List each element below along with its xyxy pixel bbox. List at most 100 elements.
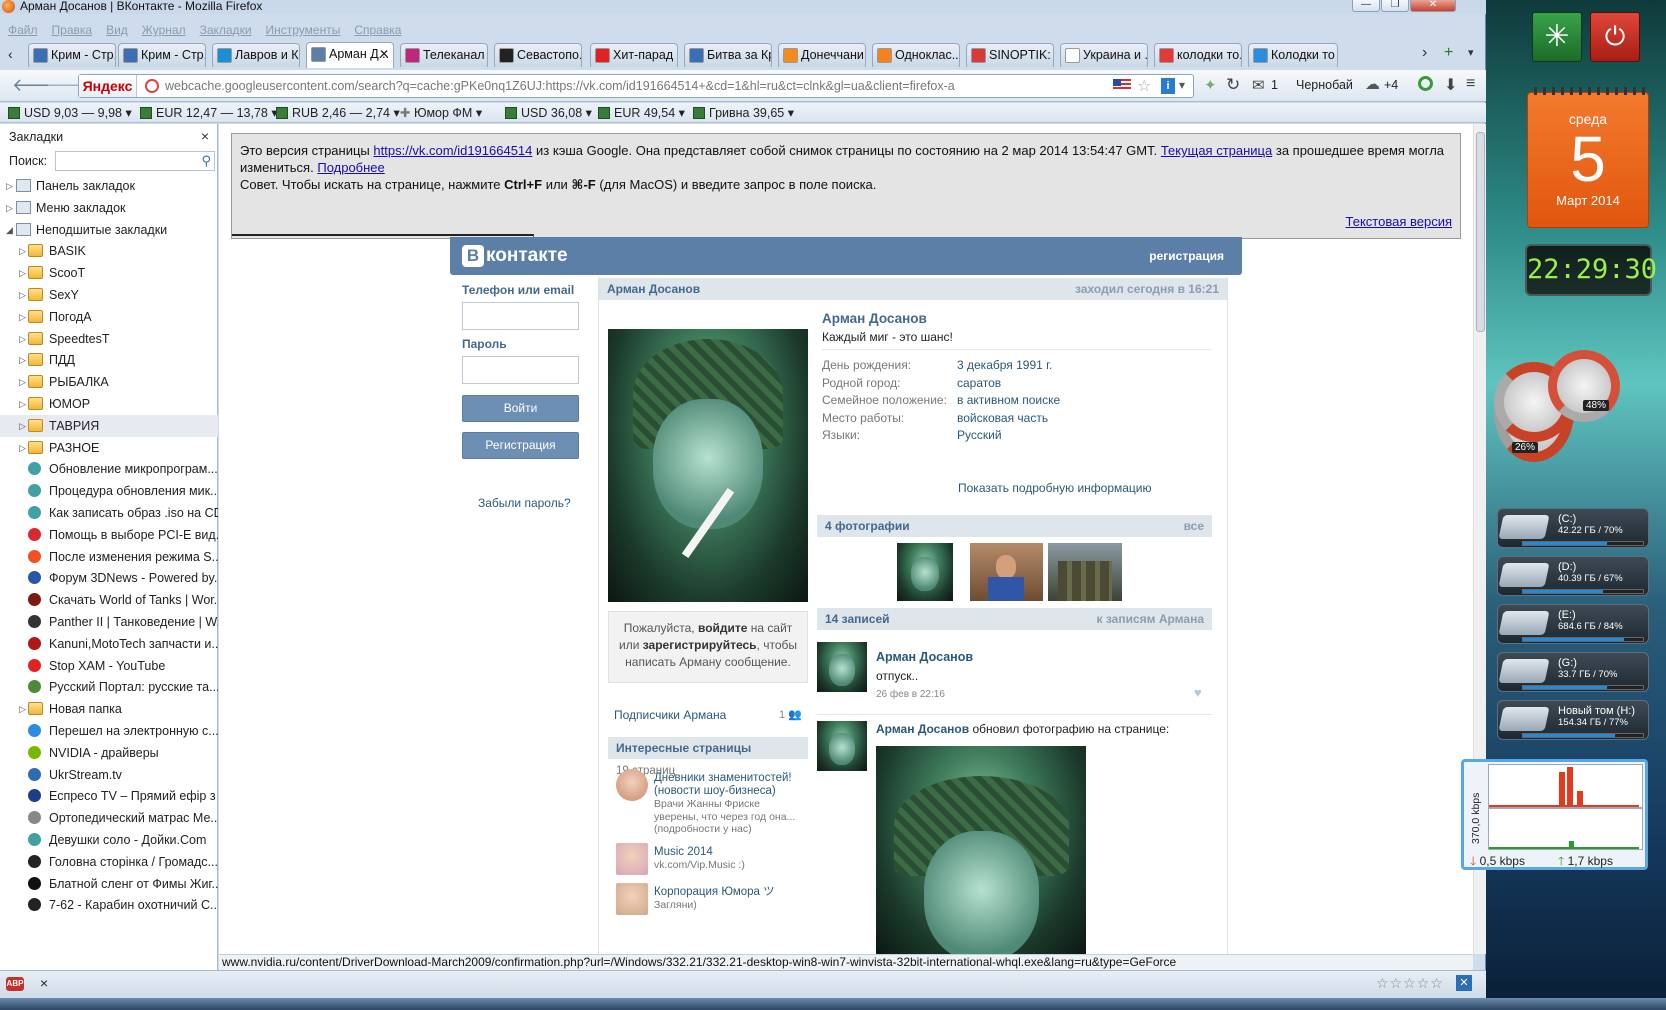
drive-item[interactable]: (D:) 40.39 ГБ / 67% (1497, 556, 1649, 596)
tab[interactable]: Телеканал ... (400, 43, 488, 67)
community-avatar[interactable] (616, 843, 648, 875)
sleep-gadget-icon[interactable]: ✳ (1532, 12, 1582, 62)
currency-usd-range[interactable]: USD 9,03 — 9,98 ▾ (8, 103, 132, 123)
menu-item[interactable]: Инструменты (266, 23, 341, 37)
vk-register-link[interactable]: регистрация (1149, 249, 1224, 263)
posts-link[interactable]: к записям Армана (1097, 608, 1204, 630)
phone-input[interactable] (462, 302, 579, 330)
tab-scroll-left-icon[interactable]: ‹ (8, 46, 13, 62)
url-bar[interactable]: Яндекс webcache.googleusercontent.com/se… (78, 74, 1194, 98)
post-author[interactable]: Арман Досанов (876, 650, 973, 664)
bookmark-folder[interactable]: ▷ Новая папка (0, 698, 218, 720)
post-photo[interactable] (876, 746, 1086, 954)
site-identity-icon[interactable] (145, 79, 159, 93)
chevron-right-icon[interactable]: ▷ (19, 349, 26, 371)
chevron-right-icon[interactable]: ▷ (19, 698, 26, 720)
addon-bar-close-icon[interactable]: × (40, 975, 48, 991)
profile-field-value[interactable]: Русский (957, 426, 1002, 444)
bookmark-folder[interactable]: ▷ SpeedtesT (0, 328, 218, 350)
password-input[interactable] (462, 356, 579, 384)
bookmark-item[interactable]: Kanuni,MotoTech запчасти и... (0, 633, 218, 655)
photo-thumb[interactable] (970, 543, 1043, 601)
weather-city[interactable]: Чернобай (1296, 78, 1353, 92)
login-button[interactable]: Войти (462, 395, 579, 422)
cache-current-link[interactable]: Текущая страница (1161, 143, 1272, 158)
bookmark-folder[interactable]: ▷ BASIK (0, 240, 218, 262)
like-heart-icon[interactable]: ♥ (1194, 685, 1202, 700)
bookmark-item[interactable]: Stop XAM - YouTube (0, 655, 218, 677)
currency-usd[interactable]: USD 36,08 ▾ (505, 103, 592, 123)
tab[interactable]: Севастопо... (494, 43, 582, 67)
tab[interactable]: Битва за Кр... (684, 43, 772, 67)
bookmark-folder[interactable]: ▷ ПДД (0, 349, 218, 371)
drive-item[interactable]: (E:) 684.6 ГБ / 84% (1497, 604, 1649, 644)
new-tab-icon[interactable]: + (1444, 44, 1453, 62)
bookmark-folder[interactable]: ▷ SexY (0, 284, 218, 306)
show-more-link[interactable]: Показать подробную информацию (958, 481, 1152, 495)
community-name[interactable]: Корпорация Юмора ツ (654, 886, 804, 899)
photos-all-link[interactable]: все (1184, 515, 1204, 537)
tab[interactable]: Лавров и К... (212, 43, 300, 67)
tab-scroll-right-icon[interactable]: › (1422, 44, 1427, 62)
cache-original-link[interactable]: https://vk.com/id191664514 (373, 143, 532, 158)
vk-logo[interactable]: Вконтакте (462, 245, 568, 267)
info-icon[interactable]: i (1161, 78, 1175, 94)
chevron-right-icon[interactable]: ▷ (19, 415, 26, 437)
tab[interactable]: Донеччани... (778, 43, 866, 67)
drive-item[interactable]: (G:) 33.7 ГБ / 70% (1497, 652, 1649, 692)
tab-close-icon[interactable]: ✕ (379, 43, 389, 65)
bookmark-item[interactable]: Процедура обновления мик... (0, 480, 218, 502)
bookmark-item[interactable]: Русский Портал: русские та... (0, 676, 218, 698)
bookmark-item[interactable]: Блатной сленг от Фимы Жиг... (0, 873, 218, 895)
bookmark-folder[interactable]: ▷ РАЗНОЕ (0, 437, 218, 459)
profile-avatar[interactable] (608, 329, 808, 602)
chevron-right-icon[interactable]: ▷ (19, 328, 26, 350)
register-button[interactable]: Регистрация (462, 432, 579, 459)
menu-item[interactable]: Вид (106, 23, 128, 37)
tab[interactable]: Одноклас... (872, 43, 960, 67)
bookmark-item[interactable]: Еспресо TV – Прямий ефір з ... (0, 785, 218, 807)
profile-field-value[interactable]: в активном поиске (957, 391, 1060, 409)
adblock-icon[interactable]: ABP (6, 977, 24, 991)
chevron-right-icon[interactable]: ▷ (6, 175, 13, 197)
bookmark-item[interactable]: Panther II | Танковедение | W... (0, 611, 218, 633)
post-date[interactable]: 26 фев в 22:16 (876, 689, 945, 700)
radio-humor-fm[interactable]: ✚ Юмор ФМ ▾ (400, 103, 482, 123)
community-name[interactable]: Дневники знаменитостей! (новости шоу-биз… (654, 772, 804, 798)
download-icon[interactable]: ⬇ (1444, 75, 1457, 95)
currency-eur[interactable]: EUR 49,54 ▾ (598, 103, 685, 123)
bookmark-folder[interactable]: ▷ ЮМОР (0, 393, 218, 415)
mail-icon[interactable]: ✉ (1252, 76, 1265, 94)
bookmark-folder[interactable]: ▷ ПогодА (0, 306, 218, 328)
bookmark-root[interactable]: ▷ Панель закладок (0, 175, 218, 197)
bookmark-root[interactable]: ◢ Неподшитые закладки (0, 219, 218, 241)
addon-icon[interactable]: ✦ (1204, 76, 1217, 94)
profile-field-value[interactable]: 3 декабря 1991 г. (957, 356, 1052, 374)
url-text[interactable]: webcache.googleusercontent.com/search?q=… (165, 75, 955, 97)
menu-item[interactable]: Журнал (142, 23, 186, 37)
menu-item[interactable]: Справка (354, 23, 401, 37)
bookmark-item[interactable]: Перешел на электронную с... (0, 720, 218, 742)
sync-icon[interactable] (1418, 76, 1433, 91)
bookmark-item[interactable]: Головна сторінка / Громадс... (0, 851, 218, 873)
posts-bar[interactable]: 14 записей к записям Армана (817, 608, 1212, 630)
forgot-password-link[interactable]: Забыли пароль? (478, 496, 571, 510)
tab-list-icon[interactable]: ▾ (1468, 46, 1474, 59)
chevron-right-icon[interactable]: ▷ (19, 240, 26, 262)
bookmark-folder[interactable]: ▷ РЫБАЛКА (0, 371, 218, 393)
yandex-button[interactable]: Яндекс (79, 75, 137, 97)
currency-rub-range[interactable]: RUB 2,46 — 2,74 ▾ (276, 103, 400, 123)
profile-field-value[interactable]: войсковая часть (957, 409, 1048, 427)
tab-active[interactable]: Арман Д... ✕ (306, 42, 394, 68)
interesting-pages-bar[interactable]: Интересные страницы (608, 737, 808, 759)
rating-stars-icon[interactable]: ☆☆☆☆☆ (1376, 975, 1444, 992)
bookmark-item[interactable]: После изменения режима S... (0, 546, 218, 568)
note-register-link[interactable]: зарегистрируйтесь (643, 638, 757, 652)
scrollbar-thumb[interactable] (1476, 132, 1485, 332)
chevron-right-icon[interactable]: ▷ (6, 197, 13, 219)
chevron-right-icon[interactable]: ▷ (19, 284, 26, 306)
bookmark-item[interactable]: Обновление микропрограм... (0, 458, 218, 480)
currency-uah[interactable]: Гривна 39,65 ▾ (693, 103, 794, 123)
chevron-right-icon[interactable]: ▷ (19, 393, 26, 415)
community-avatar[interactable] (616, 883, 648, 915)
